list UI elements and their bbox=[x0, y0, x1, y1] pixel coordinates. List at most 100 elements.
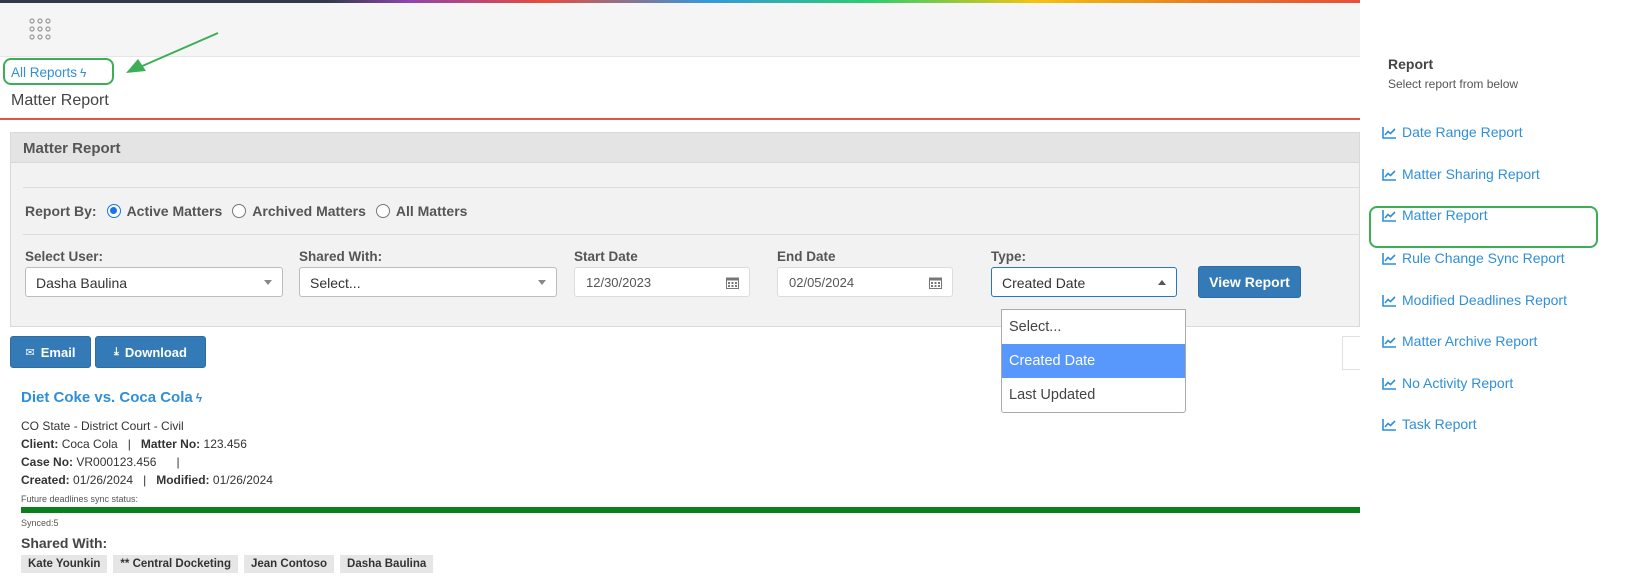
sidebar-title: Report bbox=[1388, 56, 1434, 72]
sidebar-subtitle: Select report from below bbox=[1388, 77, 1519, 91]
radio-active-matters[interactable] bbox=[106, 204, 121, 218]
shared-with-dropdown[interactable]: Select... bbox=[299, 267, 557, 297]
email-button[interactable]: ✉ Email bbox=[10, 336, 91, 368]
type-value: Created Date bbox=[1002, 275, 1086, 291]
line-chart-icon bbox=[1382, 209, 1396, 222]
chevron-down-icon bbox=[264, 280, 272, 285]
line-chart-icon bbox=[1382, 126, 1396, 139]
modified-value: 01/26/2024 bbox=[212, 473, 273, 487]
sidebar-item-modified-deadlines-report[interactable]: Modified Deadlines Report bbox=[1382, 292, 1567, 308]
email-button-label: Email bbox=[40, 344, 76, 360]
case-no-value: VR000123.456 bbox=[76, 455, 157, 469]
shared-with-value: Select... bbox=[310, 275, 361, 291]
sidebar-item-task-report[interactable]: Task Report bbox=[1382, 416, 1477, 432]
report-by-group: Report By: Active Matters Archived Matte… bbox=[25, 203, 467, 219]
sidebar-item-label: Task Report bbox=[1402, 416, 1477, 432]
select-user-label: Select User: bbox=[25, 249, 104, 264]
type-option-select[interactable]: Select... bbox=[1002, 310, 1185, 344]
line-chart-icon bbox=[1382, 335, 1396, 348]
matter-title: Diet Coke vs. Coca Cola bbox=[21, 389, 193, 406]
chevron-up-icon bbox=[1158, 280, 1166, 285]
end-date-value: 02/05/2024 bbox=[789, 275, 855, 290]
sidebar-item-label: No Activity Report bbox=[1402, 375, 1514, 391]
sidebar-item-matter-sharing-report[interactable]: Matter Sharing Report bbox=[1382, 166, 1540, 182]
shared-user-chip: Jean Contoso bbox=[243, 555, 335, 573]
sidebar-item-label: Matter Sharing Report bbox=[1402, 166, 1540, 182]
end-date-input[interactable]: 02/05/2024 bbox=[777, 267, 953, 297]
type-option-last-updated[interactable]: Last Updated bbox=[1002, 378, 1185, 412]
breadcrumb-all-reports-link[interactable]: All Reports ϟ bbox=[11, 65, 86, 80]
radio-all-matters[interactable] bbox=[375, 204, 390, 218]
annotation-arrow-icon bbox=[126, 32, 219, 73]
bolt-icon: ϟ bbox=[80, 66, 87, 80]
sidebar-item-matter-report[interactable]: Matter Report bbox=[1382, 207, 1488, 223]
envelope-icon: ✉ bbox=[25, 346, 35, 359]
matter-client-line: Client: Coca Cola | Matter No: 123.456 bbox=[21, 437, 247, 451]
line-chart-icon bbox=[1382, 418, 1396, 431]
matter-no-label: Matter No: bbox=[140, 437, 201, 451]
type-label: Type: bbox=[991, 249, 1027, 264]
shared-with-title: Shared With: bbox=[21, 535, 108, 551]
matter-court: CO State - District Court - Civil bbox=[21, 419, 184, 433]
radio-archived-matters[interactable] bbox=[232, 204, 247, 218]
radio-archived-matters-label[interactable]: Archived Matters bbox=[252, 203, 366, 219]
panel-divider bbox=[23, 187, 1361, 188]
bolt-icon: ϟ bbox=[195, 391, 203, 405]
calendar-icon[interactable] bbox=[726, 276, 739, 289]
created-value: 01/26/2024 bbox=[73, 473, 134, 487]
type-dropdown-menu: Select... Created Date Last Updated bbox=[1001, 309, 1186, 413]
sidebar-item-label: Matter Archive Report bbox=[1402, 333, 1538, 349]
sidebar-item-label: Date Range Report bbox=[1402, 124, 1523, 140]
view-report-button[interactable]: View Report bbox=[1198, 266, 1301, 298]
sidebar-item-rule-change-sync-report[interactable]: Rule Change Sync Report bbox=[1382, 250, 1565, 266]
start-date-label: Start Date bbox=[574, 249, 638, 264]
sidebar-item-no-activity-report[interactable]: No Activity Report bbox=[1382, 375, 1513, 391]
type-dropdown[interactable]: Created Date bbox=[991, 267, 1177, 297]
sidebar-item-label: Matter Report bbox=[1402, 207, 1488, 223]
matter-case-line: Case No: VR000123.456 | bbox=[21, 455, 180, 469]
modified-label: Modified: bbox=[156, 473, 210, 487]
shared-user-chip: Dasha Baulina bbox=[340, 555, 434, 573]
radio-all-matters-label[interactable]: All Matters bbox=[396, 203, 468, 219]
report-sidebar: Report Select report from below bbox=[1360, 0, 1632, 578]
shared-with-list: Kate Younkin ** Central Docketing Jean C… bbox=[21, 555, 434, 573]
line-chart-icon bbox=[1382, 294, 1396, 307]
matter-title-link[interactable]: Diet Coke vs. Coca Cola ϟ bbox=[21, 389, 202, 406]
sidebar-item-label: Modified Deadlines Report bbox=[1402, 292, 1567, 308]
sidebar-item-label: Rule Change Sync Report bbox=[1402, 250, 1565, 266]
line-chart-icon bbox=[1382, 252, 1396, 265]
download-button[interactable]: ⤓ Download bbox=[95, 336, 206, 368]
header-divider bbox=[0, 118, 1360, 120]
synced-count: Synced:5 bbox=[21, 518, 59, 528]
sync-status-label: Future deadlines sync status: bbox=[21, 494, 139, 504]
sidebar-item-matter-archive-report[interactable]: Matter Archive Report bbox=[1382, 333, 1537, 349]
client-label: Client: bbox=[21, 437, 59, 451]
start-date-input[interactable]: 12/30/2023 bbox=[574, 267, 750, 297]
case-no-label: Case No: bbox=[21, 455, 74, 469]
page-title: Matter Report bbox=[11, 92, 109, 109]
line-chart-icon bbox=[1382, 168, 1396, 181]
chevron-down-icon bbox=[538, 280, 546, 285]
toolbar-right-control[interactable] bbox=[1342, 336, 1360, 370]
matter-dates-line: Created: 01/26/2024 | Modified: 01/26/20… bbox=[21, 473, 273, 487]
panel-title: Matter Report bbox=[23, 140, 121, 157]
report-by-label: Report By: bbox=[25, 203, 97, 219]
shared-user-chip: Kate Younkin bbox=[21, 555, 108, 573]
end-date-label: End Date bbox=[777, 249, 836, 264]
breadcrumb-label: All Reports bbox=[11, 65, 78, 80]
line-chart-icon bbox=[1382, 377, 1396, 390]
download-icon: ⤓ bbox=[114, 345, 119, 358]
sync-progress-bar bbox=[21, 507, 1360, 513]
shared-user-chip: ** Central Docketing bbox=[113, 555, 238, 573]
select-user-dropdown[interactable]: Dasha Baulina bbox=[25, 267, 283, 297]
calendar-icon[interactable] bbox=[929, 276, 942, 289]
select-user-value: Dasha Baulina bbox=[36, 275, 128, 291]
app-grid-icon[interactable] bbox=[28, 17, 52, 41]
panel-header: Matter Report bbox=[11, 133, 1359, 163]
sidebar-item-date-range-report[interactable]: Date Range Report bbox=[1382, 124, 1523, 140]
matter-no-value: 123.456 bbox=[203, 437, 247, 451]
download-button-label: Download bbox=[124, 344, 187, 360]
radio-active-matters-label[interactable]: Active Matters bbox=[127, 203, 223, 219]
type-option-created-date[interactable]: Created Date bbox=[1002, 344, 1185, 378]
panel-divider bbox=[23, 234, 1361, 235]
